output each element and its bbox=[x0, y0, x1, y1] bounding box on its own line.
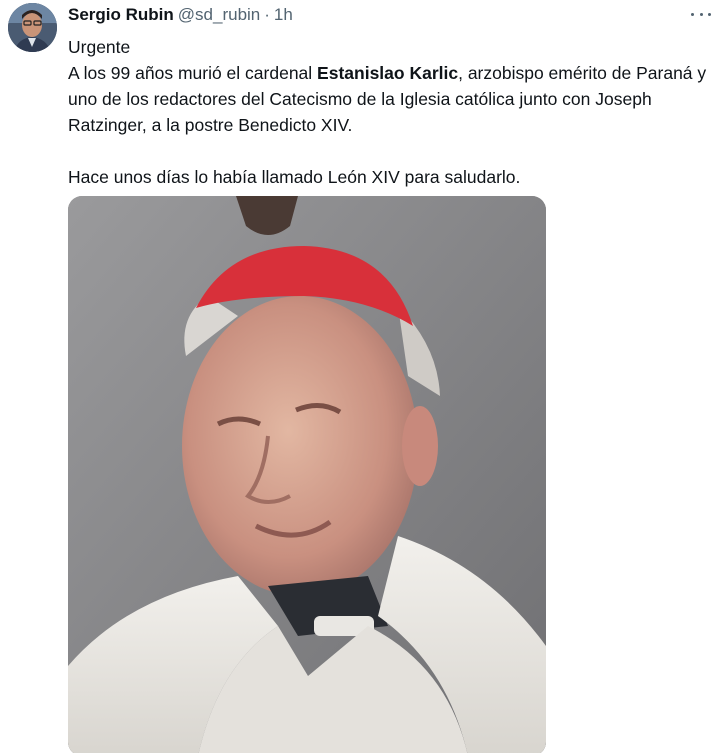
author-handle[interactable]: @sd_rubin bbox=[178, 5, 260, 25]
dot bbox=[708, 12, 711, 16]
timestamp[interactable]: 1h bbox=[274, 5, 293, 25]
tweet-text: Urgente A los 99 años murió el cardenal … bbox=[68, 34, 708, 190]
tweet[interactable]: Sergio Rubin @sd_rubin · 1h Urgente A lo… bbox=[0, 0, 719, 753]
avatar[interactable] bbox=[8, 3, 57, 52]
tweet-line-urgent: Urgente bbox=[68, 37, 131, 57]
tweet-line-secondary: Hace unos días lo había llamado León XIV… bbox=[68, 167, 521, 187]
more-options-icon[interactable] bbox=[691, 4, 711, 24]
tweet-line-main: A los 99 años murió el cardenal Estanisl… bbox=[68, 60, 708, 138]
tweet-text-bold-name: Estanislao Karlic bbox=[317, 63, 459, 83]
dot bbox=[699, 12, 703, 16]
tweet-text-before: A los 99 años murió el cardenal bbox=[68, 63, 318, 83]
separator: · bbox=[264, 5, 270, 24]
tweet-photo[interactable] bbox=[68, 196, 546, 753]
tweet-header: Sergio Rubin @sd_rubin · 1h bbox=[68, 5, 293, 25]
dot bbox=[691, 12, 694, 16]
author-name[interactable]: Sergio Rubin bbox=[68, 5, 174, 25]
